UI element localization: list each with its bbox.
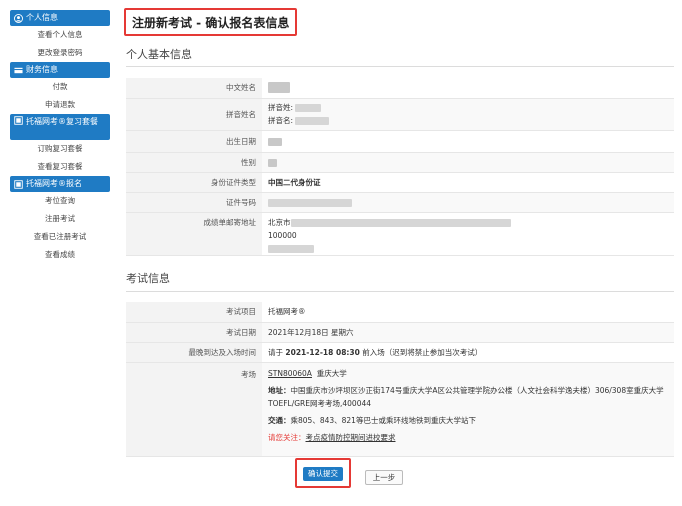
test-center-label: 考场 <box>126 362 262 457</box>
gender-value <box>262 152 674 173</box>
sidebar-group-personal[interactable]: 个人信息 <box>10 10 110 26</box>
pinyin-name-value: 拼音姓: 拼音名: <box>262 98 674 131</box>
personal-info-table: 中文姓名 拼音姓名 拼音姓: 拼音名: 出生日期 性别 身份证件类型 中国二代身… <box>126 78 674 256</box>
pinyin-last-label: 拼音姓: <box>268 103 294 112</box>
chinese-name-value <box>262 78 674 99</box>
table-row: 考试日期 2021年12月18日 星期六 <box>126 322 674 343</box>
sidebar-group-label: 托福网考®报名 <box>26 179 82 188</box>
gender-label: 性别 <box>126 152 262 173</box>
arrival-time: 2021-12-18 08:30 <box>285 347 360 357</box>
redacted-block <box>268 198 352 207</box>
section-divider <box>126 66 674 67</box>
sidebar-item-refund[interactable]: 申请退款 <box>10 96 110 114</box>
table-row: 最晚到达及入场时间 请于 2021-12-18 08:30 前入场（迟到将禁止参… <box>126 342 674 363</box>
book-icon <box>14 116 23 125</box>
user-circle-icon <box>14 13 23 23</box>
mail-address-value: 北京市 100000 <box>262 212 674 256</box>
sidebar-item-view-package[interactable]: 查看复习套餐 <box>10 158 110 176</box>
arrival-time-value: 请于 2021-12-18 08:30 前入场（迟到将禁止参加当次考试） <box>262 342 674 363</box>
birth-date-value <box>262 130 674 153</box>
redacted-block <box>268 244 314 253</box>
sidebar-group-label: 托福网考®复习套餐 <box>26 117 98 126</box>
traffic-label: 交通： <box>268 415 291 425</box>
center-address-label: 地址： <box>268 385 291 395</box>
confirm-submit-button[interactable]: 确认提交 <box>303 467 343 481</box>
exam-date-value: 2021年12月18日 星期六 <box>262 322 674 343</box>
table-row: 出生日期 <box>126 130 674 153</box>
card-icon <box>14 66 23 75</box>
sidebar-group-prep-package[interactable]: 托福网考®复习套餐 <box>10 114 110 140</box>
personal-section-title: 个人基本信息 <box>126 48 192 61</box>
sidebar-group-label: 个人信息 <box>26 13 58 22</box>
pinyin-name-label: 拼音姓名 <box>126 98 262 131</box>
chinese-name-label: 中文姓名 <box>126 78 262 99</box>
notice-label: 请您关注： <box>268 432 306 442</box>
sidebar-item-order-package[interactable]: 订购复习套餐 <box>10 140 110 158</box>
table-row: 性别 <box>126 152 674 173</box>
id-number-value <box>262 192 674 213</box>
center-code-link[interactable]: STN80060A <box>268 369 312 378</box>
table-row: 考场 STN80060A 重庆大学 地址：中国重庆市沙坪坝区沙正街174号重庆大… <box>126 362 674 457</box>
document-icon <box>14 179 23 189</box>
redacted-block <box>268 82 290 94</box>
sidebar-group-registration[interactable]: 托福网考®报名 <box>10 176 110 192</box>
redacted-block <box>295 104 322 112</box>
sidebar-item-seat-search[interactable]: 考位查询 <box>10 192 110 210</box>
sidebar-item-view-profile[interactable]: 查看个人信息 <box>10 26 110 44</box>
center-name: 重庆大学 <box>316 368 347 378</box>
sidebar-item-change-password[interactable]: 更改登录密码 <box>10 44 110 62</box>
sidebar-item-view-scores[interactable]: 查看成绩 <box>10 246 110 264</box>
table-row: 成绩单邮寄地址 北京市 100000 <box>126 212 674 256</box>
address-zip: 100000 <box>268 230 297 240</box>
traffic-info: 乘805、843、821等巴士或乘环线地铁到重庆大学站下 <box>290 415 476 425</box>
sidebar-group-label: 财务信息 <box>26 65 58 74</box>
mail-address-label: 成绩单邮寄地址 <box>126 212 262 256</box>
arrival-prefix: 请于 <box>268 347 283 357</box>
test-center-value: STN80060A 重庆大学 地址：中国重庆市沙坪坝区沙正街174号重庆大学A区… <box>262 362 674 457</box>
redacted-block <box>295 117 330 125</box>
page-title: 注册新考试 - 确认报名表信息 <box>124 8 298 36</box>
redacted-block <box>268 137 282 146</box>
sidebar-item-payment[interactable]: 付款 <box>10 78 110 96</box>
exam-date-label: 考试日期 <box>126 322 262 343</box>
previous-step-button[interactable]: 上一步 <box>365 470 403 485</box>
table-row: 拼音姓名 拼音姓: 拼音名: <box>126 98 674 131</box>
table-row: 中文姓名 <box>126 78 674 99</box>
table-row: 考试项目 托福网考® <box>126 302 674 323</box>
sidebar-nav: 个人信息 查看个人信息 更改登录密码 财务信息 付款 申请退款 托福网考®复习套… <box>10 10 110 264</box>
exam-item-value: 托福网考® <box>262 302 674 323</box>
exam-info-table: 考试项目 托福网考® 考试日期 2021年12月18日 星期六 最晚到达及入场时… <box>126 302 674 457</box>
id-type-label: 身份证件类型 <box>126 172 262 193</box>
arrival-time-label: 最晚到达及入场时间 <box>126 342 262 363</box>
id-type-value: 中国二代身份证 <box>262 172 674 193</box>
center-address: 中国重庆市沙坪坝区沙正街174号重庆大学A区公共管理学院办公楼（人文社会科学逸夫… <box>268 385 664 408</box>
address-city: 北京市 <box>268 217 291 227</box>
redacted-block <box>268 158 277 167</box>
table-row: 证件号码 <box>126 192 674 213</box>
sidebar-group-finance[interactable]: 财务信息 <box>10 62 110 78</box>
confirm-button-highlight: 确认提交 <box>295 458 351 488</box>
section-divider <box>126 291 674 292</box>
id-number-label: 证件号码 <box>126 192 262 213</box>
redacted-block <box>290 218 511 227</box>
pinyin-first-label: 拼音名: <box>268 116 294 125</box>
sidebar-item-registered-exams[interactable]: 查看已注册考试 <box>10 228 110 246</box>
covid-notice-link[interactable]: 考点疫情防控期间进校要求 <box>306 433 396 442</box>
exam-section-title: 考试信息 <box>126 272 170 285</box>
table-row: 身份证件类型 中国二代身份证 <box>126 172 674 193</box>
sidebar-item-register-exam[interactable]: 注册考试 <box>10 210 110 228</box>
exam-item-label: 考试项目 <box>126 302 262 323</box>
birth-date-label: 出生日期 <box>126 130 262 153</box>
arrival-suffix: 前入场（迟到将禁止参加当次考试） <box>362 347 483 357</box>
